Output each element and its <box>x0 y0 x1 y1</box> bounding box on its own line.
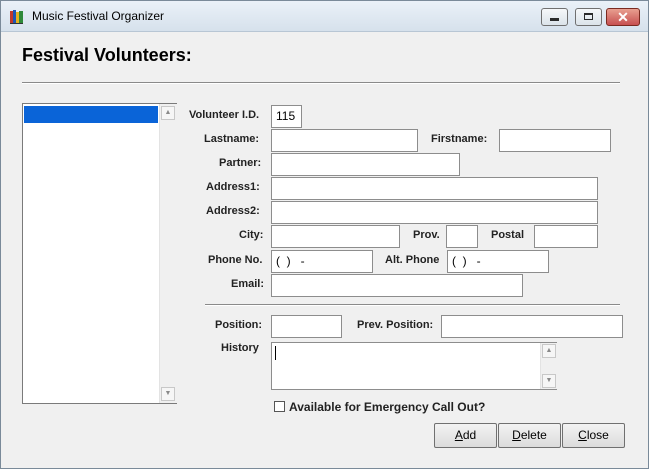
position-field[interactable] <box>271 315 342 338</box>
close-button[interactable]: Close <box>562 423 625 448</box>
delete-label: elete <box>520 428 547 442</box>
close-window-button[interactable]: ✕ <box>606 8 640 26</box>
phone-label: Phone No. <box>208 254 263 266</box>
phone-field[interactable]: ( ) - <box>271 250 373 273</box>
history-scrollbar[interactable]: ▲ ▼ <box>540 343 557 389</box>
list-scrollbar[interactable]: ▲ ▼ <box>159 104 177 403</box>
add-button[interactable]: Add <box>434 423 497 448</box>
volunteer-list[interactable]: ▲ ▼ <box>22 103 177 404</box>
address2-field[interactable] <box>271 201 598 224</box>
text-caret <box>275 346 276 360</box>
alt-phone-label: Alt. Phone <box>385 254 440 266</box>
close-label: lose <box>586 428 609 442</box>
prev-position-label: Prev. Position: <box>357 319 434 331</box>
maximize-button[interactable] <box>575 8 602 26</box>
emergency-checkbox[interactable] <box>274 401 285 412</box>
email-label: Email: <box>231 278 265 290</box>
close-mnemonic: C <box>578 428 587 442</box>
minimize-icon <box>550 18 559 21</box>
books-icon <box>10 10 23 24</box>
history-scroll-down-button[interactable]: ▼ <box>542 374 556 388</box>
list-item[interactable] <box>24 106 158 123</box>
prev-position-field[interactable] <box>441 315 623 338</box>
email-field[interactable] <box>271 274 523 297</box>
volunteer-id-field[interactable]: 115 <box>271 105 302 128</box>
postal-label: Postal <box>491 229 525 241</box>
history-textarea[interactable]: ▲ ▼ <box>271 342 557 390</box>
city-field[interactable] <box>271 225 400 248</box>
prov-field[interactable] <box>446 225 478 248</box>
page-title: Festival Volunteers: <box>22 45 192 65</box>
maximize-icon <box>584 13 593 20</box>
prov-label: Prov. <box>413 229 440 241</box>
app-window: Music Festival Organizer ✕ Festival Volu… <box>0 0 649 469</box>
history-scroll-up-button[interactable]: ▲ <box>542 344 556 358</box>
address2-label: Address2: <box>206 205 260 217</box>
address1-field[interactable] <box>271 177 598 200</box>
chevron-down-icon: ▼ <box>164 390 172 397</box>
title-bar[interactable]: Music Festival Organizer ✕ <box>1 1 648 32</box>
section-divider <box>205 304 620 306</box>
chevron-up-icon: ▲ <box>164 109 172 116</box>
add-label: dd <box>462 428 477 442</box>
close-icon: ✕ <box>617 9 629 25</box>
delete-button[interactable]: Delete <box>498 423 561 448</box>
header-divider <box>22 82 620 84</box>
alt-phone-field[interactable]: ( ) - <box>447 250 549 273</box>
scroll-up-button[interactable]: ▲ <box>161 106 175 120</box>
city-label: City: <box>239 229 264 241</box>
add-mnemonic: A <box>454 428 463 442</box>
minimize-button[interactable] <box>541 8 568 26</box>
lastname-label: Lastname: <box>204 133 260 145</box>
history-label: History <box>221 342 259 354</box>
scroll-down-button[interactable]: ▼ <box>161 387 175 401</box>
lastname-field[interactable] <box>271 129 418 152</box>
chevron-down-icon: ▼ <box>545 377 553 384</box>
chevron-up-icon: ▲ <box>545 347 553 354</box>
emergency-checkbox-label[interactable]: Available for Emergency Call Out? <box>289 400 485 414</box>
firstname-label: Firstname: <box>431 133 488 145</box>
volunteer-id-label: Volunteer I.D. <box>189 109 260 121</box>
partner-field[interactable] <box>271 153 460 176</box>
window-title: Music Festival Organizer <box>32 9 165 23</box>
postal-field[interactable] <box>534 225 598 248</box>
firstname-field[interactable] <box>499 129 611 152</box>
partner-label: Partner: <box>219 157 262 169</box>
address1-label: Address1: <box>206 181 260 193</box>
position-label: Position: <box>215 319 263 331</box>
delete-mnemonic: D <box>512 428 521 442</box>
